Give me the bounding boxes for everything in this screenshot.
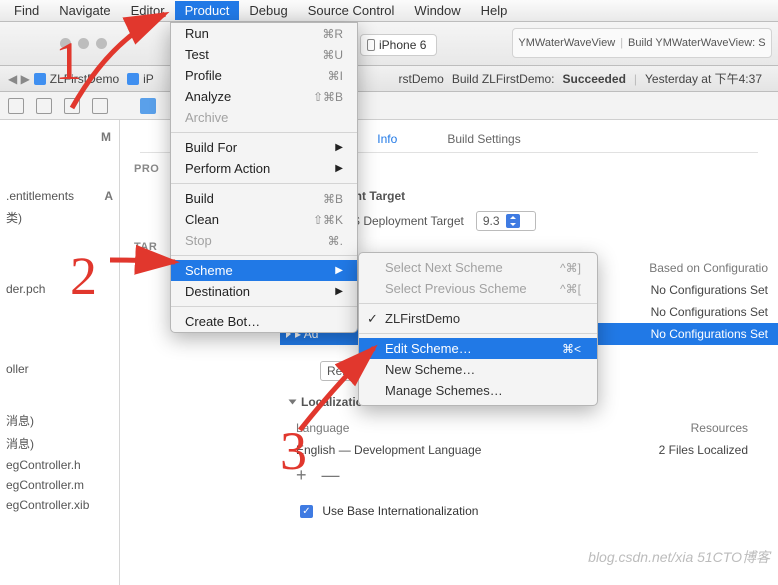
menu-item-analyze[interactable]: Analyze⇧⌘B xyxy=(171,86,357,107)
project-icon xyxy=(127,73,139,85)
menu-item-profile[interactable]: Profile⌘I xyxy=(171,65,357,86)
submenu-item-zlfirstdemo[interactable]: ✓ZLFirstDemo xyxy=(359,308,597,329)
add-button[interactable]: + xyxy=(296,465,307,485)
device-label: iPhone 6 xyxy=(379,38,426,52)
menu-item-build[interactable]: Build⌘B xyxy=(171,188,357,209)
dropdown-arrows-icon xyxy=(506,214,520,228)
remove-button[interactable]: — xyxy=(322,465,340,485)
menu-product[interactable]: Product xyxy=(175,1,240,20)
menu-item-destination[interactable]: Destination▶ xyxy=(171,281,357,302)
menu-item-stop: Stop⌘. xyxy=(171,230,357,251)
file-item[interactable]: .entitlements A xyxy=(4,186,115,206)
file-item[interactable]: der.pch xyxy=(4,279,115,299)
file-item[interactable]: 类) xyxy=(4,206,115,229)
lang-header: Language xyxy=(290,417,592,439)
select-value: 9.3 xyxy=(483,214,500,228)
file-item[interactable]: 消息) xyxy=(4,409,115,432)
menu-find[interactable]: Find xyxy=(4,1,49,20)
deployment-label: iOS Deployment Target xyxy=(340,214,464,228)
status-time: Yesterday at 下午4:37 xyxy=(645,70,762,87)
scheme-submenu: Select Next Scheme^⌘]Select Previous Sch… xyxy=(358,252,598,406)
deployment-target-header[interactable]: loyment Target xyxy=(320,189,758,203)
file-item[interactable]: egController.xib xyxy=(4,495,115,515)
toolbar: iPhone 6 YMWaterWaveView | Build YMWater… xyxy=(0,22,778,66)
navigator-panel: M .entitlements A 类) der.pch oller 消息) 消… xyxy=(0,120,120,585)
use-base-label: Use Base Internationalization xyxy=(322,504,478,518)
menu-item-archive: Archive xyxy=(171,107,357,128)
activity-status: YMWaterWaveView | Build YMWaterWaveView:… xyxy=(512,28,772,58)
table-row[interactable]: English — Development Language 2 Files L… xyxy=(290,439,768,461)
add-remove-row: + — xyxy=(290,461,768,490)
file-item[interactable]: oller xyxy=(4,359,115,379)
nav-icon[interactable] xyxy=(36,98,52,114)
localizations-table: Language Resources English — Development… xyxy=(290,417,768,490)
crumb-2[interactable]: iP xyxy=(127,72,154,86)
submenu-item-select-previous-scheme: Select Previous Scheme^⌘[ xyxy=(359,278,597,299)
status-result: Succeeded xyxy=(563,72,626,86)
menu-item-clean[interactable]: Clean⇧⌘K xyxy=(171,209,357,230)
submenu-item-manage-schemes-[interactable]: Manage Schemes… xyxy=(359,380,597,401)
breadcrumb-bar: ◀ ▶ ZLFirstDemo iP rstDemo Build ZLFirst… xyxy=(0,66,778,92)
sep-icon: | xyxy=(620,37,623,49)
tab-build-settings[interactable]: Build Settings xyxy=(447,132,520,146)
submenu-item-select-next-scheme: Select Next Scheme^⌘] xyxy=(359,257,597,278)
menu-editor[interactable]: Editor xyxy=(121,1,175,20)
deployment-target-select[interactable]: 9.3 xyxy=(476,211,536,231)
use-base-checkbox[interactable]: ✓ xyxy=(300,505,313,518)
nav-icon[interactable] xyxy=(64,98,80,114)
status-mid: Build ZLFirstDemo: xyxy=(452,72,555,86)
menu-item-run[interactable]: Run⌘R xyxy=(171,23,357,44)
activity-title: YMWaterWaveView xyxy=(518,37,615,49)
project-icon xyxy=(34,73,46,85)
file-item[interactable]: 消息) xyxy=(4,432,115,455)
menu-debug[interactable]: Debug xyxy=(239,1,297,20)
nav-icon[interactable] xyxy=(8,98,24,114)
menu-source-control[interactable]: Source Control xyxy=(298,1,405,20)
build-status: rstDemo Build ZLFirstDemo: Succeeded | Y… xyxy=(398,70,762,87)
crumb-1[interactable]: ◀ ▶ ZLFirstDemo xyxy=(8,72,119,86)
menu-item-build-for[interactable]: Build For▶ xyxy=(171,137,357,158)
submenu-item-new-scheme-[interactable]: New Scheme… xyxy=(359,359,597,380)
watermark: blog.csdn.net/xia 51CTO博客 xyxy=(588,547,770,567)
disclosure-icon xyxy=(289,400,297,405)
file-item[interactable]: egController.m xyxy=(4,475,115,495)
traffic-close-icon[interactable] xyxy=(60,38,71,49)
crumb-label: iP xyxy=(143,72,154,86)
menu-item-perform-action[interactable]: Perform Action▶ xyxy=(171,158,357,179)
activity-detail: Build YMWaterWaveView: S xyxy=(628,37,766,49)
menu-item-create-bot-[interactable]: Create Bot… xyxy=(171,311,357,332)
product-menu-dropdown: Run⌘RTest⌘UProfile⌘IAnalyze⇧⌘BArchive Bui… xyxy=(170,22,358,333)
file-item[interactable]: egController.h xyxy=(4,455,115,475)
menubar: Find Navigate Editor Product Debug Sourc… xyxy=(0,0,778,22)
menu-help[interactable]: Help xyxy=(471,1,518,20)
traffic-max-icon[interactable] xyxy=(96,38,107,49)
scheme-device-selector[interactable]: iPhone 6 xyxy=(360,34,437,56)
navigator-strip xyxy=(0,92,778,120)
traffic-min-icon[interactable] xyxy=(78,38,89,49)
outline-icon[interactable] xyxy=(140,98,156,114)
status-left: rstDemo xyxy=(398,72,443,86)
crumb-label: ZLFirstDemo xyxy=(50,72,119,86)
tab-info[interactable]: Info xyxy=(377,132,397,146)
menu-item-test[interactable]: Test⌘U xyxy=(171,44,357,65)
window-traffic-lights xyxy=(60,38,107,49)
submenu-item-edit-scheme-[interactable]: Edit Scheme…⌘< xyxy=(359,338,597,359)
phone-icon xyxy=(367,39,375,51)
menu-item-scheme[interactable]: Scheme▶ xyxy=(171,260,357,281)
nav-icon[interactable] xyxy=(92,98,108,114)
menu-navigate[interactable]: Navigate xyxy=(49,1,120,20)
res-header: Resources xyxy=(592,417,768,439)
menu-window[interactable]: Window xyxy=(404,1,470,20)
mod-header: M xyxy=(4,128,115,146)
